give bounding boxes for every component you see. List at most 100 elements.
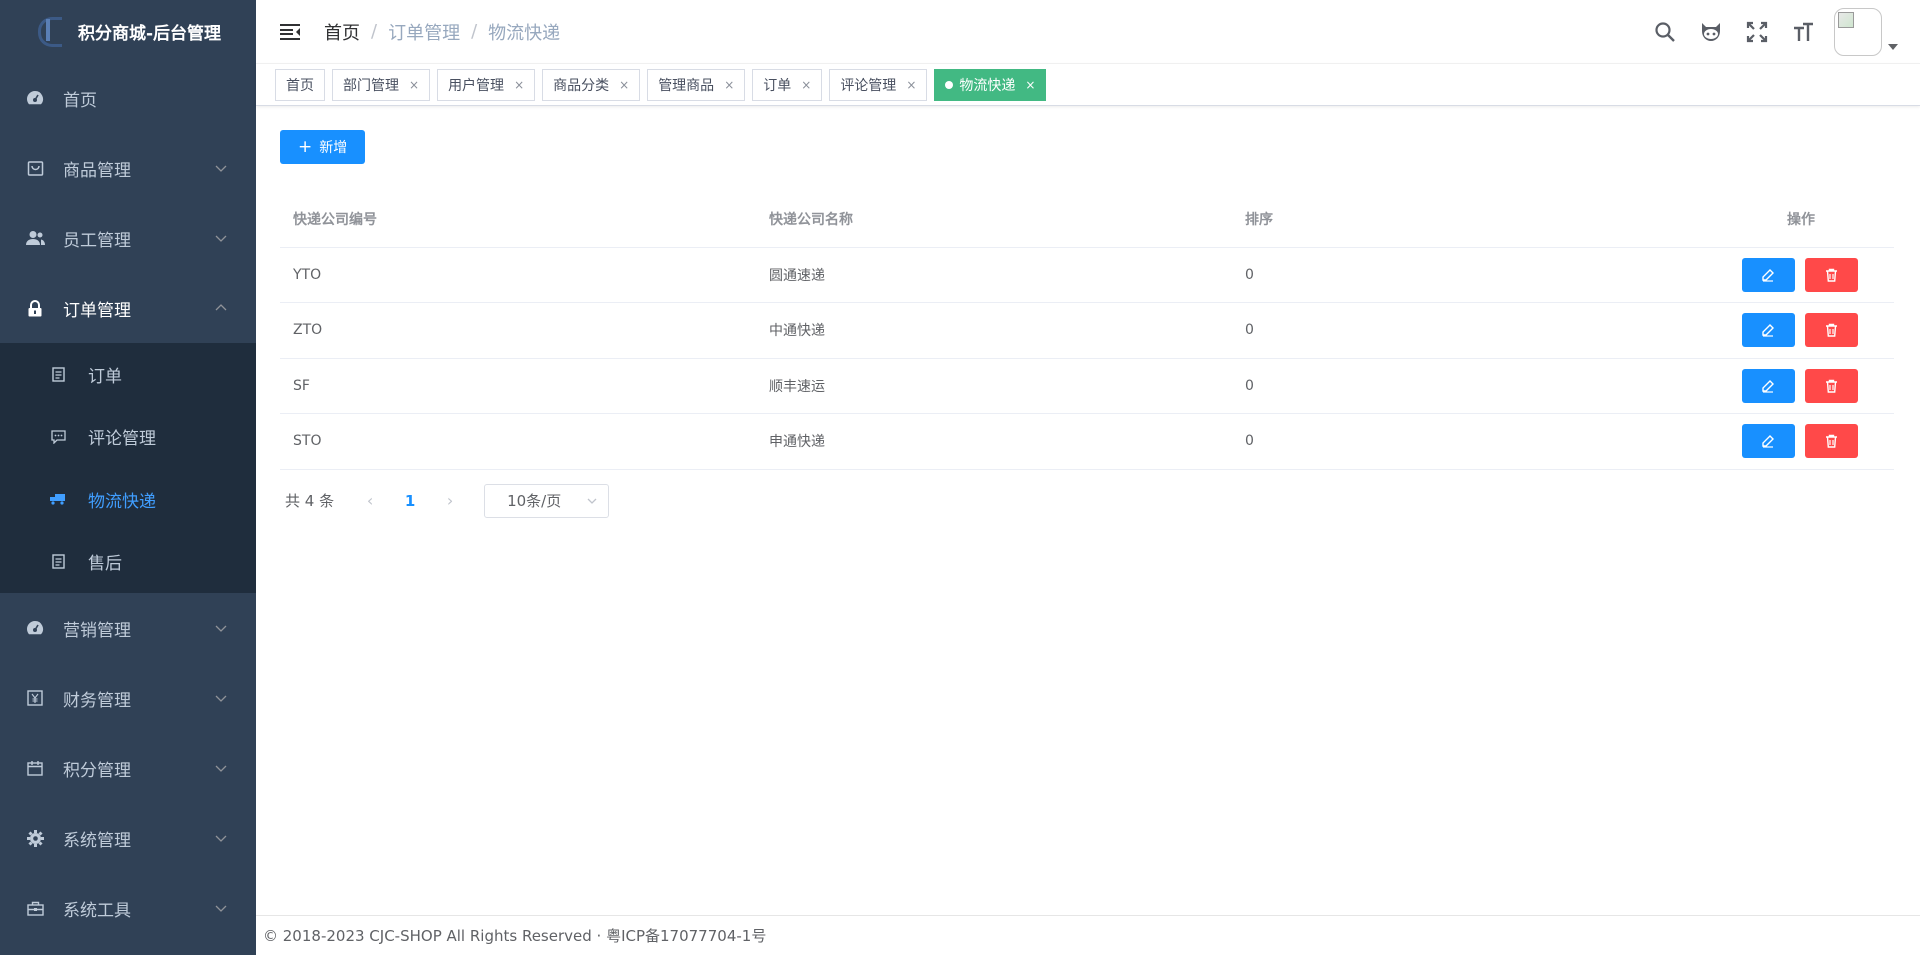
dashboard-icon	[25, 90, 45, 106]
tag-label: 订单	[763, 77, 792, 94]
table-row: SF 顺丰速运 0	[280, 358, 1894, 414]
navbar: 首页 / 订单管理 / 物流快递	[256, 0, 1920, 64]
breadcrumb-orders: 订单管理	[388, 22, 461, 44]
chevron-down-icon	[587, 498, 597, 504]
fullscreen-icon[interactable]	[1734, 9, 1780, 55]
sidebar-item-marketing[interactable]: 营销管理	[0, 593, 256, 663]
sidebar-subitem-label: 评论管理	[88, 429, 156, 450]
sidebar-item-finance[interactable]: 财务管理	[0, 663, 256, 733]
sidebar-subitem-label: 售后	[88, 554, 122, 575]
sidebar-item-system[interactable]: 系统管理	[0, 803, 256, 873]
edit-button[interactable]	[1741, 257, 1795, 292]
breadcrumb-home[interactable]: 首页	[324, 19, 360, 45]
sidebar-subitem-aftersale[interactable]: 售后	[0, 531, 256, 594]
tag-category[interactable]: 商品分类 ×	[542, 68, 641, 101]
cell-actions	[1708, 358, 1894, 414]
caret-down-icon	[1888, 44, 1898, 50]
content: + 新增 快递公司编号 快递公司名称 排序 操作 YTO 圆通速递 0 ZTO …	[256, 106, 1920, 518]
avatar[interactable]	[1834, 8, 1882, 56]
breadcrumb-separator: /	[471, 21, 478, 42]
tag-users[interactable]: 用户管理 ×	[437, 68, 536, 101]
tag-logistics[interactable]: 物流快递 ×	[934, 68, 1047, 101]
tag-home[interactable]: 首页	[275, 68, 325, 101]
pagination-total: 共 4 条	[285, 492, 335, 510]
sidebar-item-label: 员工管理	[63, 230, 131, 251]
tag-order[interactable]: 订单 ×	[752, 68, 823, 101]
logo-area[interactable]: 积分商城-后台管理	[0, 0, 256, 63]
cell-name: 中通快递	[756, 302, 1232, 359]
delete-button[interactable]	[1805, 313, 1858, 348]
edit-icon	[1762, 379, 1775, 393]
document-icon	[50, 367, 66, 382]
page-size-value: 10条/页	[507, 492, 562, 510]
tag-manage-goods[interactable]: 管理商品 ×	[647, 68, 746, 101]
sidebar-item-orders[interactable]: 订单管理	[0, 273, 256, 343]
trash-icon	[1826, 268, 1837, 282]
delete-button[interactable]	[1805, 424, 1858, 459]
logistics-table: 快递公司编号 快递公司名称 排序 操作 YTO 圆通速递 0 ZTO 中通快递 …	[280, 192, 1894, 470]
delete-button[interactable]	[1805, 368, 1858, 403]
tag-label: 评论管理	[840, 77, 897, 94]
close-icon[interactable]: ×	[514, 78, 524, 92]
edit-button[interactable]	[1741, 424, 1795, 459]
toolbox-icon	[25, 901, 45, 916]
add-button[interactable]: + 新增	[280, 130, 366, 164]
tag-comments[interactable]: 评论管理 ×	[829, 68, 928, 101]
sidebar-subitem-comments[interactable]: 评论管理	[0, 406, 256, 469]
chevron-down-icon	[215, 765, 227, 772]
cell-sort: 0	[1232, 358, 1708, 414]
edit-icon	[1762, 324, 1775, 337]
user-menu[interactable]	[1834, 8, 1898, 56]
close-icon[interactable]: ×	[619, 78, 629, 92]
sidebar-item-tools[interactable]: 系统工具	[0, 873, 256, 943]
breadcrumb-separator: /	[371, 21, 378, 42]
tag-label: 用户管理	[448, 77, 505, 94]
sidebar-subitem-logistics[interactable]: 物流快递	[0, 468, 256, 531]
sidebar-subitem-label: 物流快递	[88, 491, 156, 512]
close-icon[interactable]: ×	[724, 78, 734, 92]
edit-icon	[1762, 435, 1775, 448]
edit-button[interactable]	[1741, 313, 1795, 348]
close-icon[interactable]: ×	[1025, 78, 1035, 92]
tag-label: 管理商品	[658, 77, 715, 94]
hamburger-icon[interactable]	[278, 20, 302, 44]
sidebar-item-label: 订单管理	[63, 300, 131, 321]
next-page-icon[interactable]: ›	[436, 491, 464, 510]
font-size-icon[interactable]	[1780, 9, 1826, 55]
table-row: STO 申通快递 0	[280, 413, 1894, 470]
page-number[interactable]: 1	[384, 492, 436, 510]
cell-sort: 0	[1232, 247, 1708, 303]
close-icon[interactable]: ×	[906, 78, 916, 92]
close-icon[interactable]: ×	[409, 78, 419, 92]
gear-icon	[25, 829, 45, 847]
column-header-name: 快递公司名称	[756, 192, 1232, 248]
chevron-down-icon	[215, 165, 227, 172]
cell-code: ZTO	[280, 302, 756, 359]
sidebar-item-label: 系统管理	[63, 830, 131, 851]
sidebar-item-staff[interactable]: 员工管理	[0, 203, 256, 273]
goods-icon	[25, 160, 45, 177]
tag-department[interactable]: 部门管理 ×	[332, 68, 431, 101]
pagination: 共 4 条 ‹ 1 › 10条/页	[280, 483, 1894, 518]
delete-button[interactable]	[1805, 257, 1858, 292]
github-icon[interactable]	[1688, 9, 1734, 55]
sidebar-subitem-order[interactable]: 订单	[0, 343, 256, 406]
cell-code: YTO	[280, 247, 756, 303]
document-icon	[50, 554, 66, 569]
active-dot-icon	[945, 80, 954, 89]
logo-icon	[36, 15, 64, 49]
breadcrumb: 首页 / 订单管理 / 物流快递	[324, 19, 560, 45]
column-header-actions: 操作	[1708, 192, 1894, 248]
sidebar-item-home[interactable]: 首页	[0, 63, 256, 133]
sidebar-item-label: 首页	[63, 90, 97, 111]
truck-icon	[50, 493, 66, 505]
sidebar-item-points[interactable]: 积分管理	[0, 733, 256, 803]
prev-page-icon[interactable]: ‹	[356, 491, 384, 510]
sidebar-item-goods[interactable]: 商品管理	[0, 133, 256, 203]
close-icon[interactable]: ×	[801, 78, 811, 92]
search-icon[interactable]	[1642, 9, 1688, 55]
chevron-down-icon	[215, 835, 227, 842]
cell-code: STO	[280, 413, 756, 470]
page-size-select[interactable]: 10条/页	[484, 483, 610, 518]
edit-button[interactable]	[1741, 368, 1795, 403]
